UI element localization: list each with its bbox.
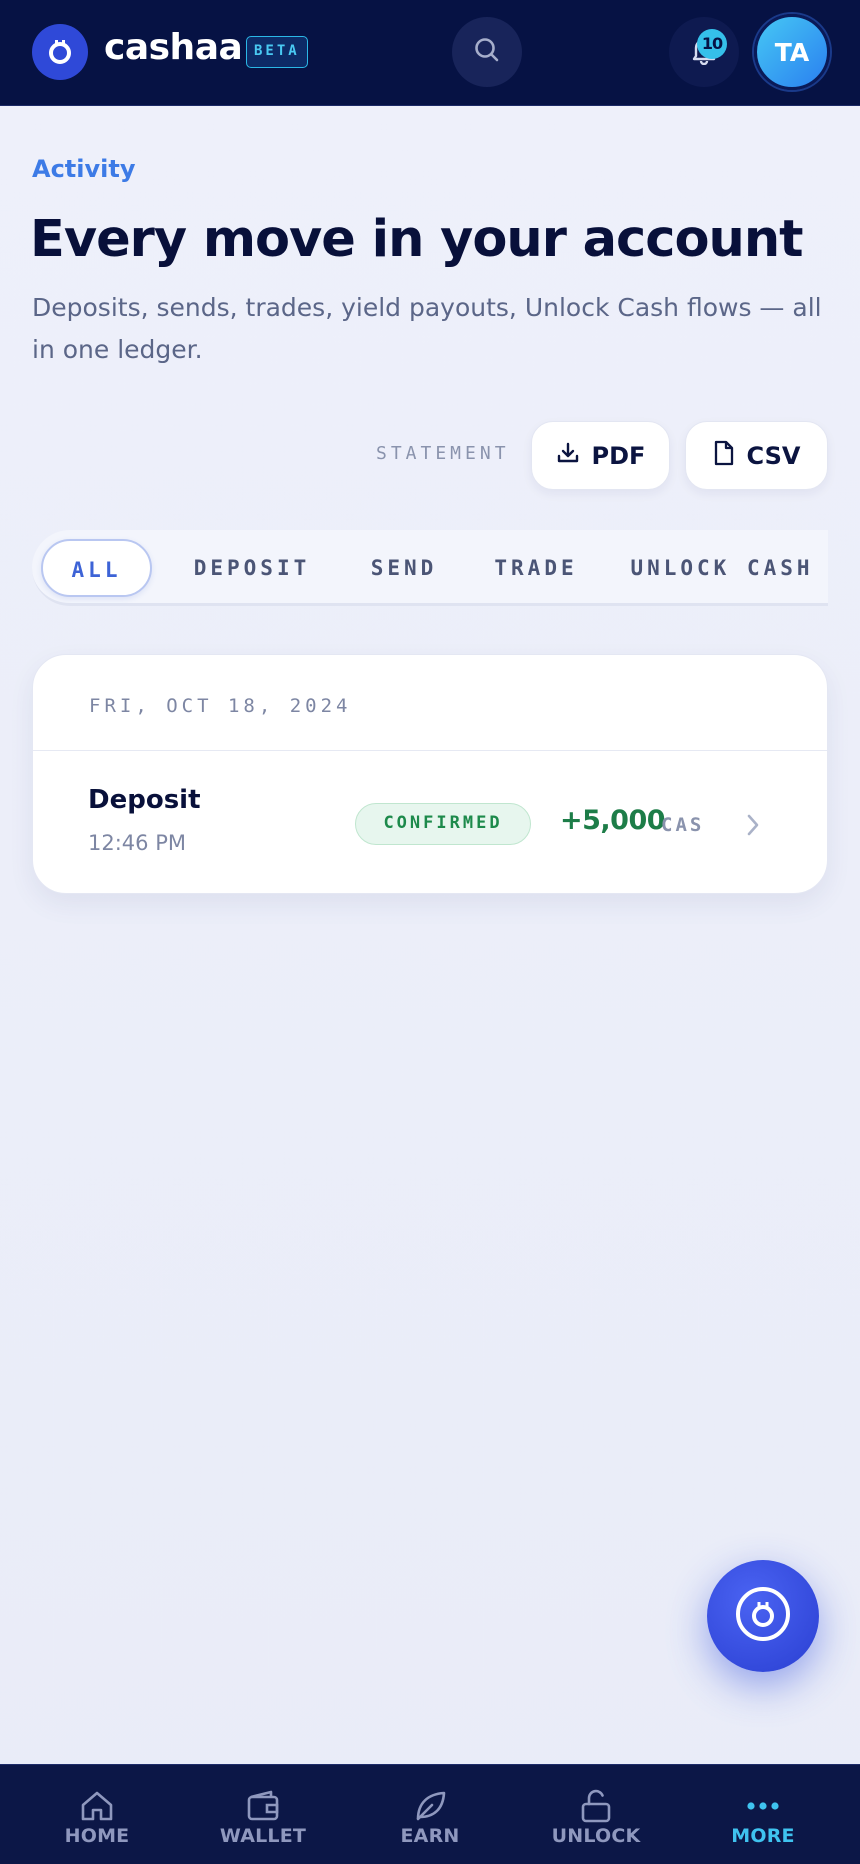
export-pdf-button[interactable]: PDF — [531, 421, 670, 490]
filter-tab-trade[interactable]: TRADE — [472, 539, 600, 597]
export-pdf-label: PDF — [591, 441, 646, 470]
page-title: Every move in your account — [30, 210, 804, 269]
home-icon — [79, 1789, 115, 1823]
nav-item-more[interactable]: MORE — [677, 1765, 849, 1864]
amount-unit: CAS — [661, 814, 705, 836]
bottom-navigation: HOME WALLET EARN UNLOCK MORE — [0, 1764, 860, 1864]
statement-label: STATEMENT — [376, 443, 510, 464]
nav-label-unlock: UNLOCK — [551, 1825, 641, 1847]
beta-badge: BETA — [246, 36, 308, 68]
nav-label-home: HOME — [64, 1825, 130, 1847]
divider — [33, 750, 827, 751]
nav-label-earn: EARN — [400, 1825, 460, 1847]
transaction-time: 12:46 PM — [88, 831, 186, 855]
activity-card: FRI, OCT 18, 2024 Deposit 12:46 PM CONFI… — [32, 654, 828, 894]
top-bar: cashaa BETA 10 TA — [0, 0, 860, 106]
more-dots-icon — [745, 1789, 781, 1823]
filter-tab-unlock-cash[interactable]: UNLOCK CASH — [616, 539, 828, 597]
brand-name: cashaa — [104, 27, 243, 68]
cashaa-coin-icon — [734, 1585, 792, 1647]
notification-count-badge: 10 — [697, 29, 727, 59]
activity-filter-tabs: ALL DEPOSIT SEND TRADE UNLOCK CASH — [32, 530, 828, 606]
cashaa-logo-icon[interactable] — [32, 24, 88, 80]
leaf-icon — [412, 1789, 448, 1823]
export-csv-button[interactable]: CSV — [685, 421, 828, 490]
status-badge: CONFIRMED — [355, 803, 531, 845]
filter-tab-send[interactable]: SEND — [352, 539, 456, 597]
page-subtitle: Deposits, sends, trades, yield payouts, … — [32, 293, 822, 364]
floating-action-button[interactable] — [707, 1560, 819, 1672]
wallet-icon — [245, 1789, 281, 1823]
document-icon — [713, 440, 735, 472]
transaction-title: Deposit — [88, 785, 201, 815]
export-csv-label: CSV — [746, 441, 801, 470]
unlock-icon — [578, 1789, 614, 1823]
search-icon — [473, 36, 501, 68]
nav-label-more: MORE — [731, 1825, 795, 1847]
nav-item-home[interactable]: HOME — [11, 1765, 183, 1864]
download-icon — [556, 441, 580, 471]
filter-tab-all[interactable]: ALL — [41, 539, 152, 597]
avatar-initials: TA — [774, 37, 810, 67]
section-label: Activity — [32, 155, 136, 183]
transaction-amount: +5,000 — [560, 805, 666, 836]
nav-item-unlock[interactable]: UNLOCK — [510, 1765, 682, 1864]
nav-item-wallet[interactable]: WALLET — [177, 1765, 349, 1864]
filter-tab-deposit[interactable]: DEPOSIT — [172, 539, 332, 597]
nav-label-wallet: WALLET — [219, 1825, 307, 1847]
nav-item-earn[interactable]: EARN — [344, 1765, 516, 1864]
chevron-right-icon[interactable] — [745, 812, 761, 838]
search-button[interactable] — [452, 17, 522, 87]
avatar[interactable]: TA — [754, 14, 830, 90]
date-header: FRI, OCT 18, 2024 — [89, 695, 352, 717]
